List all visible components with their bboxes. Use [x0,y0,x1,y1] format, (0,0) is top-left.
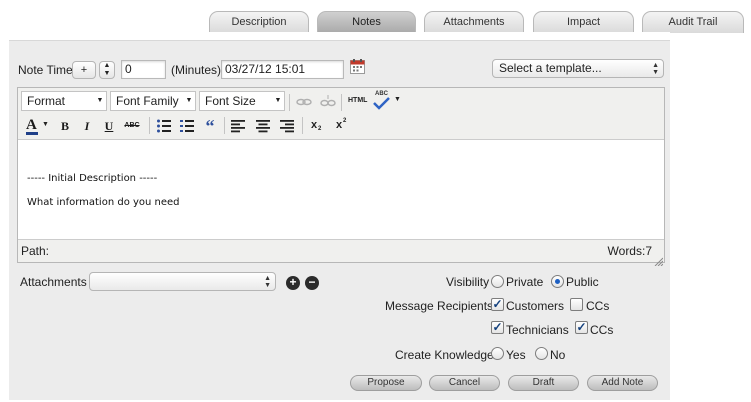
font-size-select-value: Font Size [205,94,256,108]
underline-button[interactable]: U [103,117,115,135]
note-time-label: Note Time [18,63,73,77]
align-right-icon[interactable] [280,119,294,133]
superscript-label: x [336,119,343,131]
attachments-select[interactable]: ▲ ▼ [89,272,276,291]
editor-line: ----- Initial Description ----- [27,173,158,184]
add-note-button[interactable]: Add Note [587,375,658,391]
numbered-list-icon[interactable] [179,118,195,134]
toolbar-divider [341,94,342,111]
toolbar-divider [149,117,150,134]
tab-notes[interactable]: Notes [317,11,416,33]
knowledge-no-radio[interactable] [535,347,548,360]
chevron-down-icon: ▼ [394,96,401,103]
toolbar-divider [224,117,225,134]
visibility-public-radio[interactable] [551,275,564,288]
unlink-icon[interactable] [320,94,336,110]
italic-button[interactable]: I [81,117,93,135]
editor-word-count: Words:7 [607,244,652,258]
subscript-button[interactable]: x 2 [310,118,326,134]
select-arrows-icon: ▲ ▼ [264,275,271,289]
strikethrough-button[interactable]: ABC [122,117,142,135]
notes-page: Description Notes Attachments Impact Aud… [0,0,751,402]
minus-circle-icon[interactable]: − [305,276,319,290]
bullet-list-icon[interactable] [156,118,172,134]
resize-handle-icon[interactable] [653,251,664,267]
minutes-label: (Minutes) [171,63,222,77]
knowledge-yes-label: Yes [506,348,526,362]
font-size-select[interactable]: Font Size ▼ [199,91,285,111]
format-select-value: Format [27,94,66,108]
subscript-label: x [311,119,318,131]
chevron-down-icon: ▼ [42,121,49,128]
stepper-down-icon: ▼ [103,70,111,77]
toolbar-divider [302,117,303,134]
stepper-up-icon: ▲ [103,62,111,69]
note-time-sign-select[interactable]: + [72,61,96,79]
calendar-icon[interactable] [350,59,365,74]
align-center-icon[interactable] [256,119,270,133]
note-time-sign-value: + [80,64,88,76]
technicians-checkbox[interactable]: ✓ [491,321,504,334]
tab-impact[interactable]: Impact [533,11,634,33]
technicians-label: Technicians [506,323,569,337]
superscript-button[interactable]: x 2 [335,118,351,134]
panel-top-strip [9,32,670,41]
cancel-button[interactable]: Cancel [429,375,500,391]
draft-button[interactable]: Draft [508,375,579,391]
font-color-button[interactable]: A ▼ [26,117,54,135]
customers-ccs-label: CCs [586,299,610,313]
customers-ccs-checkbox[interactable] [570,298,583,311]
subscript-digit: 2 [318,126,322,132]
editor-toolbar: Format ▼ Font Family ▼ Font Size ▼ HTML … [18,88,664,140]
visibility-label: Visibility [446,275,490,289]
format-select[interactable]: Format ▼ [21,91,107,111]
chevron-down-icon: ▼ [96,97,104,104]
rich-text-editor: Format ▼ Font Family ▼ Font Size ▼ HTML … [17,87,665,267]
plus-circle-icon[interactable]: + [286,276,300,290]
customers-checkbox[interactable]: ✓ [491,298,504,311]
editor-path-label: Path: [21,244,50,258]
editor-line: What information do you need [27,197,180,208]
spellcheck-button[interactable]: ABC ▼ [373,91,401,110]
note-datetime-input[interactable]: 03/27/12 15:01 [221,60,344,79]
editor-content-area[interactable]: ----- Initial Description ----- What inf… [18,141,664,239]
tab-attachments[interactable]: Attachments [424,11,524,33]
blockquote-button[interactable]: “ [203,117,217,135]
technicians-ccs-label: CCs [590,323,614,337]
chevron-down-icon: ▼ [274,97,282,104]
note-time-sign-stepper[interactable]: ▲ ▼ [99,61,115,79]
bold-button[interactable]: B [59,117,71,135]
font-color-swatch [26,132,38,135]
font-family-select[interactable]: Font Family ▼ [110,91,196,111]
align-left-icon[interactable] [231,119,245,133]
checkmark-icon [373,97,390,110]
template-select-value: Select a template... [499,61,602,75]
knowledge-yes-radio[interactable] [491,347,504,360]
message-recipients-label: Message Recipients [385,299,494,313]
template-select[interactable]: Select a template... ▲ ▼ [492,59,664,78]
visibility-private-radio[interactable] [491,275,504,288]
visibility-private-label: Private [506,275,544,289]
create-knowledge-label: Create Knowledge [395,348,494,362]
select-arrows-icon: ▲ ▼ [652,62,659,76]
technicians-ccs-checkbox[interactable]: ✓ [575,321,588,334]
propose-button[interactable]: Propose [350,375,422,391]
knowledge-no-label: No [550,348,566,362]
toolbar-divider [289,94,290,111]
minutes-input[interactable]: 0 [121,60,166,79]
visibility-public-label: Public [566,275,599,289]
font-family-select-value: Font Family [116,94,179,108]
link-icon[interactable] [296,94,312,110]
tab-audit-trail[interactable]: Audit Trail [642,11,744,33]
attachments-label: Attachments [20,275,87,289]
tab-description[interactable]: Description [209,11,309,33]
chevron-down-icon: ▼ [185,97,193,104]
editor-statusbar: Path: Words:7 [18,239,664,267]
customers-label: Customers [506,299,565,313]
html-source-button[interactable]: HTML [348,97,367,104]
superscript-digit: 2 [343,118,347,124]
